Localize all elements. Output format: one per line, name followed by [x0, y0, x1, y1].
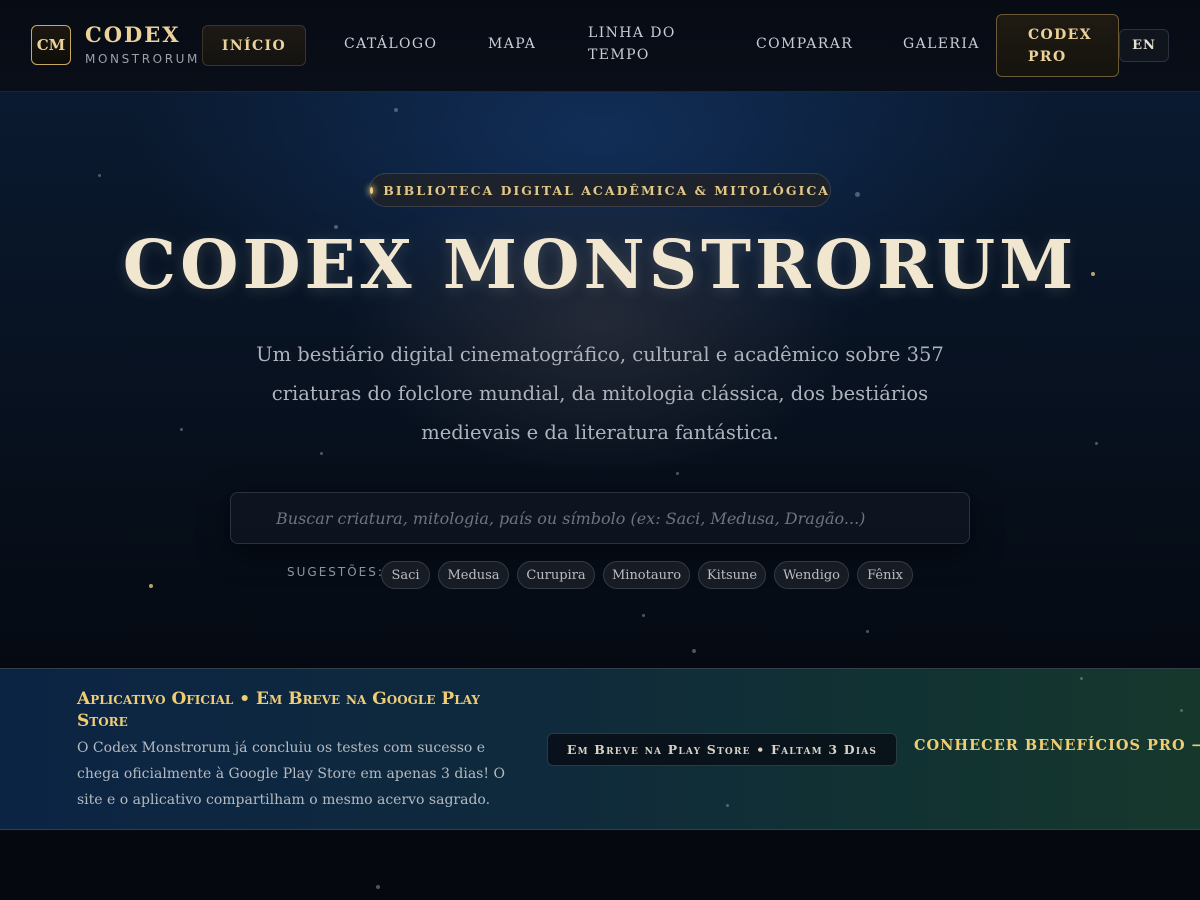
top-navbar: CM CODEX MONSTRORUM INÍCIO CATÁLOGO MAPA… — [0, 0, 1200, 92]
banner-description: O Codex Monstrorum já concluiu os testes… — [77, 740, 505, 808]
category-badge-label: BIBLIOTECA DIGITAL ACADÊMICA & MITOLÓGIC… — [383, 182, 830, 198]
suggestion-chip-fenix[interactable]: Fênix — [857, 561, 913, 589]
glow-dot-icon — [370, 186, 374, 194]
star-decoration — [394, 108, 398, 112]
hero-title: CODEX MONSTRORUM — [122, 225, 1078, 304]
suggestion-chip-saci[interactable]: Saci — [381, 561, 430, 589]
app-announcement-banner: Aplicativo Oficial • Em Breve na Google … — [0, 668, 1200, 830]
pro-benefits-link[interactable]: CONHECER BENEFÍCIOS PRO → — [914, 737, 1200, 754]
star-decoration — [149, 584, 153, 588]
star-decoration — [1080, 677, 1083, 680]
star-decoration — [98, 174, 101, 177]
star-decoration — [855, 192, 860, 197]
language-toggle-button[interactable]: EN — [1119, 29, 1169, 62]
suggestion-chip-minotauro[interactable]: Minotauro — [603, 561, 690, 589]
brand-subtitle: MONSTRORUM — [85, 52, 200, 66]
brand-title[interactable]: CODEX — [85, 22, 181, 47]
nav-compare-link[interactable]: COMPARAR — [756, 33, 853, 55]
page-bottom-strip — [0, 831, 1200, 900]
suggestion-chip-curupira[interactable]: Curupira — [517, 561, 595, 589]
nav-timeline-link[interactable]: LINHA DO TEMPO — [588, 22, 698, 66]
star-decoration — [376, 885, 380, 889]
suggestion-chip-medusa[interactable]: Medusa — [438, 561, 509, 589]
star-decoration — [1180, 709, 1183, 712]
suggestion-chip-kitsune[interactable]: Kitsune — [698, 561, 766, 589]
nav-map-link[interactable]: MAPA — [488, 33, 536, 55]
category-badge: BIBLIOTECA DIGITAL ACADÊMICA & MITOLÓGIC… — [369, 173, 831, 207]
star-decoration — [1095, 442, 1098, 445]
nav-catalog-link[interactable]: CATÁLOGO — [344, 33, 437, 55]
nav-pro-button[interactable]: CODEX PRO — [996, 14, 1119, 77]
hero-description: Um bestiário digital cinematográfico, cu… — [256, 343, 944, 444]
star-decoration — [726, 804, 729, 807]
star-decoration — [320, 452, 323, 455]
search-box — [230, 492, 970, 544]
suggestions-label: SUGESTÕES: — [287, 565, 384, 579]
hero-section: BIBLIOTECA DIGITAL ACADÊMICA & MITOLÓGIC… — [0, 92, 1200, 668]
play-store-countdown-badge: Em Breve na Play Store • Faltam 3 Dias — [547, 733, 897, 766]
star-decoration — [866, 630, 869, 633]
nav-pro-label: CODEX PRO — [1028, 26, 1093, 65]
star-decoration — [692, 649, 696, 653]
nav-home-link[interactable]: INÍCIO — [202, 25, 306, 66]
logo-mark[interactable]: CM — [31, 25, 71, 65]
star-decoration — [642, 614, 645, 617]
search-input[interactable] — [231, 493, 969, 543]
suggestion-chip-wendigo[interactable]: Wendigo — [774, 561, 849, 589]
banner-title: Aplicativo Oficial • Em Breve na Google … — [77, 689, 480, 731]
nav-gallery-link[interactable]: GALERIA — [903, 33, 980, 55]
star-decoration — [676, 472, 679, 475]
star-decoration — [180, 428, 183, 431]
